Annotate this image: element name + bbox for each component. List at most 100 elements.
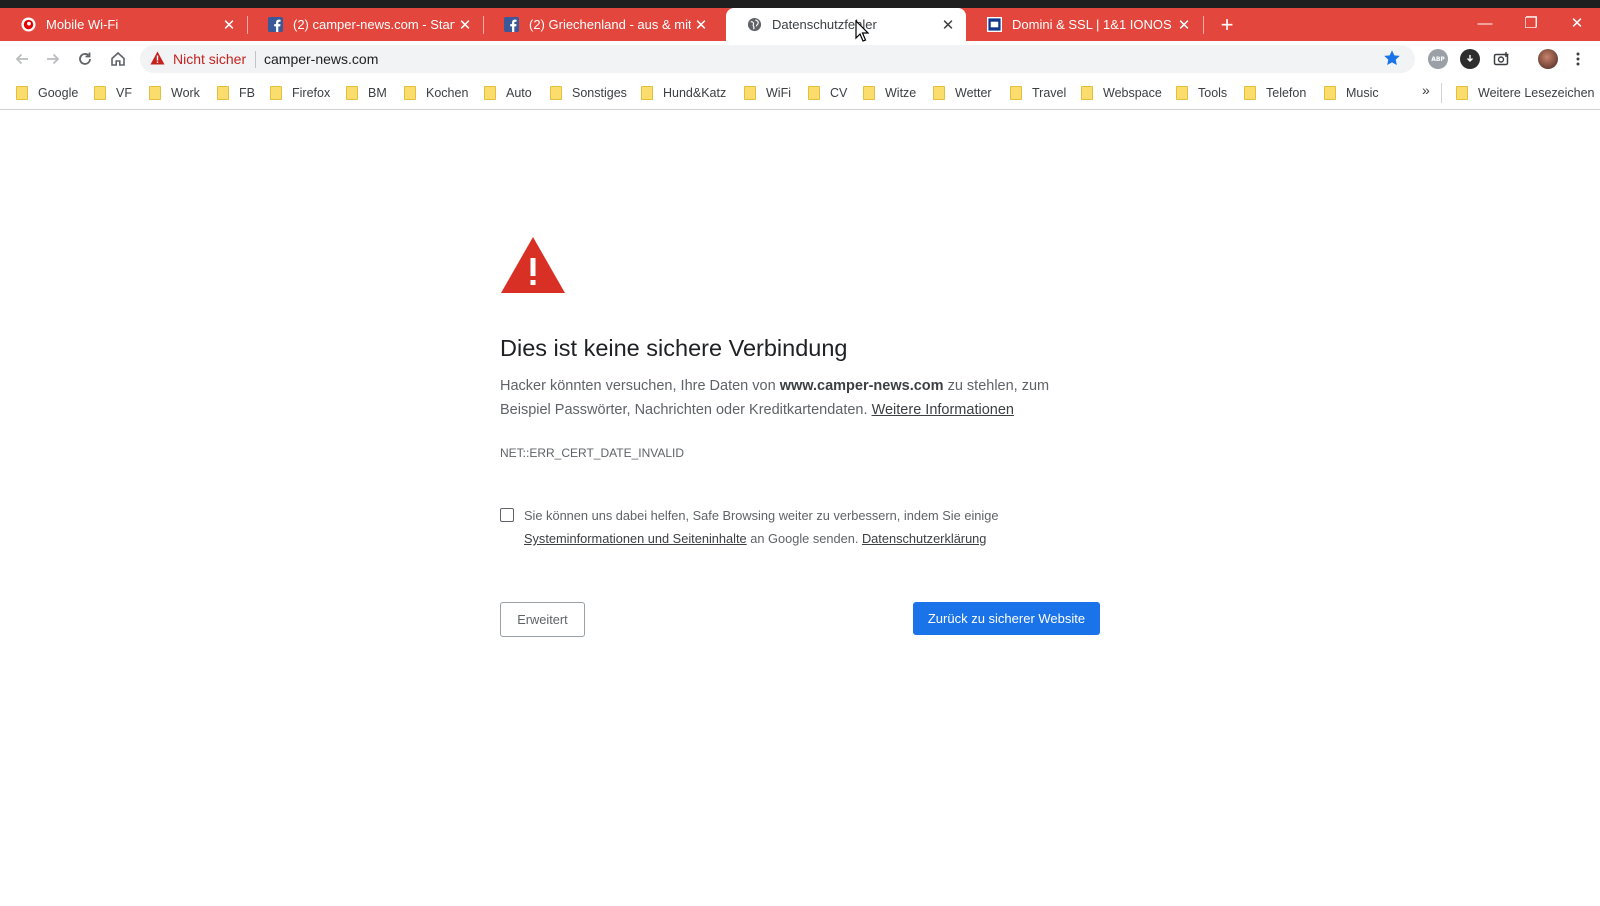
folder-icon [1324, 86, 1336, 100]
folder-icon [641, 86, 653, 100]
system-info-link[interactable]: Systeminformationen und Seiteninhalte [524, 531, 747, 546]
bookmark-fb[interactable]: FB [217, 82, 255, 104]
tab-close-icon[interactable]: ✕ [455, 15, 475, 35]
bookmark-sonstiges[interactable]: Sonstiges [550, 82, 627, 104]
restore-button[interactable]: ❐ [1508, 8, 1554, 38]
reload-button[interactable] [72, 46, 98, 72]
folder-icon [484, 86, 496, 100]
ssl-interstitial: Dies ist keine sichere Verbindung Hacker… [0, 110, 1600, 906]
tab-mobile-wifi[interactable]: Mobile Wi-Fi ✕ [0, 8, 247, 41]
bookmark-label: Firefox [292, 86, 331, 100]
home-button[interactable] [105, 46, 131, 72]
forward-button[interactable] [40, 46, 66, 72]
bookmark-vf[interactable]: VF [94, 82, 132, 104]
new-tab-button[interactable]: + [1215, 12, 1239, 37]
tab-camper-news-facebook[interactable]: (2) camper-news.com - Startseite ✕ [247, 8, 483, 41]
bookmarks-overflow-chevron-icon[interactable]: » [1422, 82, 1430, 98]
error-code[interactable]: NET::ERR_CERT_DATE_INVALID [500, 446, 684, 460]
tab-close-icon[interactable]: ✕ [1174, 15, 1194, 35]
omnibox-divider [255, 51, 256, 68]
tab-close-icon[interactable]: ✕ [691, 15, 711, 35]
bookmark-hundkatz[interactable]: Hund&Katz [641, 82, 726, 104]
bookmark-label: Webspace [1103, 86, 1162, 100]
bookmark-label: Sonstiges [572, 86, 627, 100]
optin-text: Sie können uns dabei helfen, Safe Browsi… [524, 508, 999, 523]
tab-close-icon[interactable]: ✕ [938, 15, 958, 35]
optin-text: an Google senden. [746, 531, 862, 546]
window-top-edge [0, 0, 1600, 8]
bookmark-kochen[interactable]: Kochen [404, 82, 468, 104]
url-text[interactable]: camper-news.com [264, 51, 378, 67]
folder-icon [404, 86, 416, 100]
bookmark-label: Travel [1032, 86, 1067, 100]
bookmarks-divider [1441, 83, 1442, 103]
bookmark-star-icon[interactable] [1383, 49, 1401, 67]
bookmark-wifi[interactable]: WiFi [744, 82, 791, 104]
bookmark-label: Hund&Katz [663, 86, 727, 100]
profile-avatar[interactable] [1538, 49, 1558, 69]
safe-browsing-optin-text: Sie können uns dabei helfen, Safe Browsi… [524, 504, 1044, 550]
bookmark-auto[interactable]: Auto [484, 82, 532, 104]
folder-icon [1244, 86, 1256, 100]
close-window-button[interactable]: ✕ [1554, 8, 1600, 38]
bookmark-label: Tools [1198, 86, 1228, 100]
vodafone-icon [20, 17, 36, 33]
minimize-button[interactable]: — [1462, 8, 1508, 38]
bookmark-wetter[interactable]: Wetter [933, 82, 992, 104]
folder-icon [16, 86, 28, 100]
address-bar[interactable]: Nicht sicher camper-news.com [140, 45, 1415, 73]
back-to-safety-button[interactable]: Zurück zu sicherer Website [913, 602, 1100, 635]
domain-name: www.camper-news.com [779, 378, 944, 394]
adblock-icon[interactable]: ABP [1428, 49, 1448, 69]
warning-triangle-icon [150, 51, 165, 65]
menu-kebab-icon[interactable] [1568, 49, 1588, 69]
bookmark-cv[interactable]: CV [808, 82, 847, 104]
bookmark-label: Weitere Lesezeichen [1478, 86, 1595, 100]
browser-toolbar: Nicht sicher camper-news.com ABP [0, 41, 1600, 76]
tab-title: (2) Griechenland - aus & mit Leid [529, 17, 691, 32]
description-text: Hacker könnten versuchen, Ihre Daten von [500, 378, 780, 394]
folder-icon [217, 86, 229, 100]
bookmark-bm[interactable]: BM [346, 82, 387, 104]
bookmark-label: BM [368, 86, 387, 100]
bookmark-telefon[interactable]: Telefon [1244, 82, 1306, 104]
bookmark-travel[interactable]: Travel [1010, 82, 1066, 104]
safe-browsing-checkbox[interactable] [500, 508, 514, 522]
bookmark-music[interactable]: Music [1324, 82, 1379, 104]
bookmark-label: Witze [885, 86, 917, 100]
arrow-left-icon [15, 53, 28, 65]
camera-icon [1493, 52, 1509, 66]
bookmark-other[interactable]: Weitere Lesezeichen [1456, 82, 1595, 104]
page-title: Dies ist keine sichere Verbindung [500, 335, 848, 361]
privacy-policy-link[interactable]: Datenschutzerklärung [862, 531, 986, 546]
bookmark-firefox[interactable]: Firefox [270, 82, 330, 104]
tab-title: Domini & SSL | 1&1 IONOS [1012, 17, 1172, 32]
bookmark-work[interactable]: Work [149, 82, 200, 104]
folder-icon [1456, 86, 1468, 100]
folder-icon [808, 86, 820, 100]
bookmark-label: Kochen [426, 86, 469, 100]
tab-griechenland-facebook[interactable]: (2) Griechenland - aus & mit Leid ✕ [483, 8, 719, 41]
advanced-button[interactable]: Erweitert [500, 602, 585, 637]
back-button[interactable] [9, 46, 35, 72]
bookmark-label: Work [171, 86, 200, 100]
folder-icon [1010, 86, 1022, 100]
learn-more-link[interactable]: Weitere Informationen [872, 402, 1014, 418]
folder-icon [270, 86, 282, 100]
bookmark-google[interactable]: Google [16, 82, 78, 104]
bookmark-witze[interactable]: Witze [863, 82, 916, 104]
tab-ionos[interactable]: Domini & SSL | 1&1 IONOS ✕ [966, 8, 1202, 41]
security-status-label[interactable]: Nicht sicher [173, 51, 246, 67]
bookmark-label: VF [116, 86, 132, 100]
folder-icon [933, 86, 945, 100]
arrow-down-icon [1467, 55, 1473, 62]
tab-close-icon[interactable]: ✕ [219, 15, 239, 35]
screenshot-icon[interactable] [1492, 49, 1512, 69]
mouse-cursor-icon [855, 20, 869, 42]
bookmark-tools[interactable]: Tools [1176, 82, 1227, 104]
bookmark-webspace[interactable]: Webspace [1081, 82, 1162, 104]
tab-datenschutzfehler[interactable]: Datenschutzfehler ✕ [726, 8, 966, 41]
folder-icon [149, 86, 161, 100]
bookmark-label: Wetter [955, 86, 992, 100]
download-icon[interactable] [1460, 49, 1480, 69]
